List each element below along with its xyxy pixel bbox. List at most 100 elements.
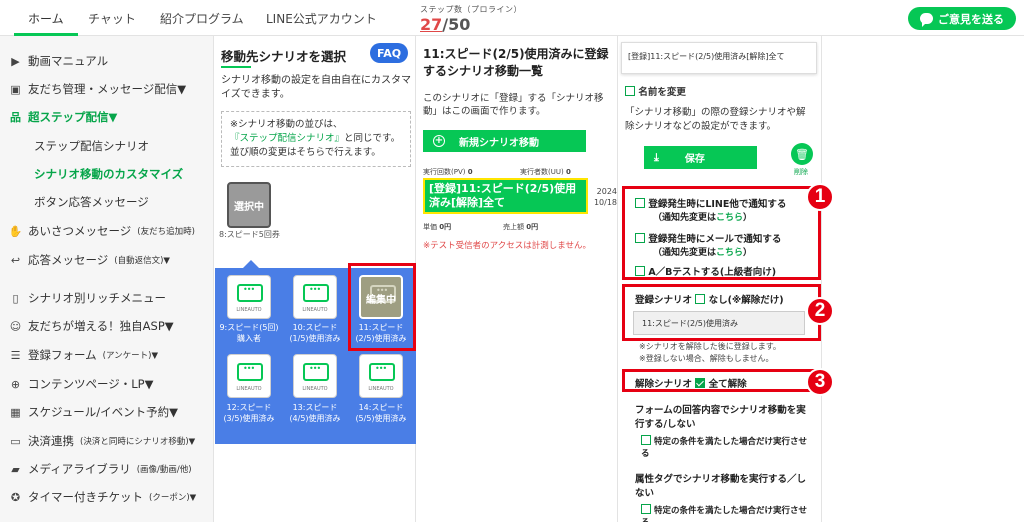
video-icon: ▶ — [11, 54, 20, 68]
scenario-card-13[interactable]: LINEAUTO — [293, 354, 337, 398]
panel-description: シナリオ移動の設定を自由自在にカスタマイズできます。 — [221, 75, 411, 100]
list-icon: ☰ — [10, 348, 21, 362]
sidebar-item-rich-menu[interactable]: ▯ シナリオ別リッチメニュー — [9, 290, 166, 306]
sidebar-item-video-manual[interactable]: ▶ 動画マニュアル — [9, 53, 108, 69]
sidebar-sub-scenario-move[interactable]: シナリオ移動のカスタマイズ — [34, 166, 183, 182]
faq-button[interactable]: FAQ — [370, 43, 408, 63]
stat-value: 0円 — [526, 223, 539, 231]
sidebar-sub-step-scenario[interactable]: ステップ配信シナリオ — [34, 138, 149, 154]
date-year: 2024 — [596, 187, 617, 196]
callout-badge-1: 1 — [806, 183, 834, 211]
sidebar-item-schedule[interactable]: ▦ スケジュール/イベント予約▼ — [9, 404, 178, 420]
stat-value: 0円 — [439, 223, 452, 231]
tag-condition-checkbox[interactable] — [641, 504, 651, 514]
date-month-day: 10/18 — [593, 198, 617, 207]
register-note: ※登録しない場合、解除もしません。 — [639, 354, 774, 363]
sidebar-item-label: タイマー付きチケット — [28, 490, 143, 504]
sidebar-item-form[interactable]: ☰ 登録フォーム (アンケート)▼ — [9, 347, 158, 363]
chat-bubble-icon — [920, 13, 933, 27]
stat-label: 実行者数(UU) — [520, 168, 564, 176]
sidebar-item-super-step[interactable]: 品超ステップ配信▼ — [9, 109, 117, 125]
sidebar-item-friends[interactable]: ▣ 友だち管理・メッセージ配信▼ — [9, 81, 186, 97]
highlight-box-release — [622, 369, 821, 392]
tag-condition-section: 属性タグでシナリオ移動を実行する／しない — [635, 474, 807, 499]
selected-scenario-card[interactable]: 選択中 — [227, 182, 271, 228]
tab-line-official[interactable]: LINE公式アカウント — [266, 10, 377, 27]
scenario-card-9[interactable]: LINEAUTO — [227, 275, 271, 319]
ticket-icon: ✪ — [10, 490, 21, 504]
sitemap-icon: 品 — [10, 111, 21, 124]
brand-label: LINEAUTO — [236, 386, 262, 392]
sidebar-item-label: メディアライブラリ — [28, 462, 131, 476]
tab-home[interactable]: ホーム — [28, 10, 64, 27]
sidebar-item-payment[interactable]: ▭ 決済連携 (決済と同時にシナリオ移動)▼ — [9, 433, 195, 449]
sidebar-item-greeting[interactable]: ✋ あいさつメッセージ (友だち追加時) — [9, 223, 195, 239]
form-condition-option[interactable]: 特定の条件を満たした場合だけ実行させる — [641, 435, 811, 460]
rename-checkbox[interactable] — [625, 86, 635, 96]
selected-scenario-caption: 8:スピード5回券 — [219, 230, 280, 239]
sidebar-item-auto-reply[interactable]: ↩ 応答メッセージ (自動返信文)▼ — [9, 252, 170, 268]
scenario-select-panel: 移動先シナリオを選択 FAQ シナリオ移動の設定を自由自在にカスタマイズできます… — [215, 36, 416, 522]
panel-title: 11:スピード(2/5)使用済みに登録するシナリオ移動一覧 — [423, 47, 609, 78]
sidebar-item-label: 動画マニュアル — [28, 54, 109, 68]
settings-desc-line: 「シナリオ移動」の際の登録シナリオや解 — [625, 107, 806, 118]
panel-title: 移動先シナリオを選択 — [221, 49, 347, 64]
sidebar-item-note: (クーポン)▼ — [149, 493, 197, 503]
new-scenario-move-button[interactable]: + 新規シナリオ移動 — [423, 130, 586, 152]
sidebar-item-note: (自動返信文)▼ — [114, 256, 170, 266]
scenario-move-settings-panel: [登録]11:スピード(2/5)使用済み[解除]全て 名前を変更 「シナリオ移動… — [619, 36, 822, 522]
scenario-move-item[interactable]: [登録]11:スピード(2/5)使用済み[解除]全て — [423, 178, 588, 214]
step-total: /50 — [442, 15, 471, 34]
chat-bubble-icon — [237, 284, 263, 302]
scenario-caption: 10:スピード(1/5)使用済み — [289, 323, 341, 343]
rename-option[interactable]: 名前を変更 — [625, 84, 686, 98]
callout-badge-3: 3 — [806, 368, 834, 396]
stat-value: 0 — [467, 168, 473, 176]
sidebar-item-label: 友だち管理・メッセージ配信▼ — [28, 82, 187, 96]
title-underline — [221, 66, 251, 68]
step-scenario-link[interactable]: 『ステップ配信シナリオ』 — [230, 133, 344, 144]
option-label: 特定の条件を満たした場合だけ実行させる — [641, 506, 807, 522]
sidebar-item-label: コンテンツページ・LP▼ — [28, 377, 154, 391]
chat-bubble-icon — [237, 363, 263, 381]
calendar-icon: ▦ — [10, 405, 21, 419]
step-count-label: ステップ数（プロライン） — [420, 5, 522, 14]
tag-condition-option[interactable]: 特定の条件を満たした場合だけ実行させる — [641, 504, 811, 522]
sidebar-item-ticket[interactable]: ✪ タイマー付きチケット (クーポン)▼ — [9, 489, 196, 505]
sidebar-item-label: 登録フォーム — [28, 348, 97, 362]
globe-icon: ⊕ — [10, 377, 21, 391]
highlight-box-editing-card — [348, 263, 416, 351]
plus-icon: + — [433, 135, 445, 147]
sidebar-sub-button-reply[interactable]: ボタン応答メッセージ — [34, 194, 149, 210]
save-button[interactable]: ⤓ 保存 — [644, 146, 757, 169]
scenario-card-14[interactable]: LINEAUTO — [359, 354, 403, 398]
feedback-button[interactable]: ご意見を送る — [908, 7, 1016, 30]
sidebar: ▶ 動画マニュアル ▣ 友だち管理・メッセージ配信▼ 品超ステップ配信▼ ステップ配… — [0, 36, 214, 522]
tab-chat[interactable]: チャット — [88, 10, 136, 27]
scenario-card-10[interactable]: LINEAUTO — [293, 275, 337, 319]
scenario-name-card: [登録]11:スピード(2/5)使用済み[解除]全て — [621, 42, 817, 74]
register-note: ※シナリオを解除した後に登録します。 — [639, 342, 781, 351]
step-current: 27 — [420, 15, 443, 34]
trash-icon[interactable]: 🗑 — [791, 143, 813, 165]
form-condition-checkbox[interactable] — [641, 435, 651, 445]
delete-label[interactable]: 削除 — [794, 167, 808, 177]
option-label: 名前を変更 — [638, 87, 686, 98]
chat-bubble-icon — [303, 363, 329, 381]
user-icon: ▣ — [10, 82, 21, 96]
sidebar-item-media[interactable]: ▰ メディアライブラリ (画像/動画/他) — [9, 461, 192, 477]
chat-bubble-icon — [369, 363, 395, 381]
sidebar-item-note: (画像/動画/他) — [136, 465, 192, 475]
sidebar-item-content-page[interactable]: ⊕ コンテンツページ・LP▼ — [9, 376, 154, 392]
scenario-caption: 13:スピード(4/5)使用済み — [289, 403, 341, 423]
sidebar-item-asp[interactable]: ☺ 友だちが増える！独自ASP▼ — [9, 318, 174, 334]
sidebar-item-note: (決済と同時にシナリオ移動)▼ — [80, 437, 196, 447]
scenario-caption: 14:スピード(5/5)使用済み — [355, 403, 407, 423]
note-line: と同じです。 — [344, 133, 401, 144]
scenario-card-12[interactable]: LINEAUTO — [227, 354, 271, 398]
hand-icon: ✋ — [8, 224, 23, 238]
scenario-caption: 9:スピード(5回)購入者 — [219, 323, 279, 343]
callout-badge-2: 2 — [806, 297, 834, 325]
scenario-caption: 12:スピード(3/5)使用済み — [223, 403, 275, 423]
tab-referral[interactable]: 紹介プログラム — [160, 10, 244, 27]
